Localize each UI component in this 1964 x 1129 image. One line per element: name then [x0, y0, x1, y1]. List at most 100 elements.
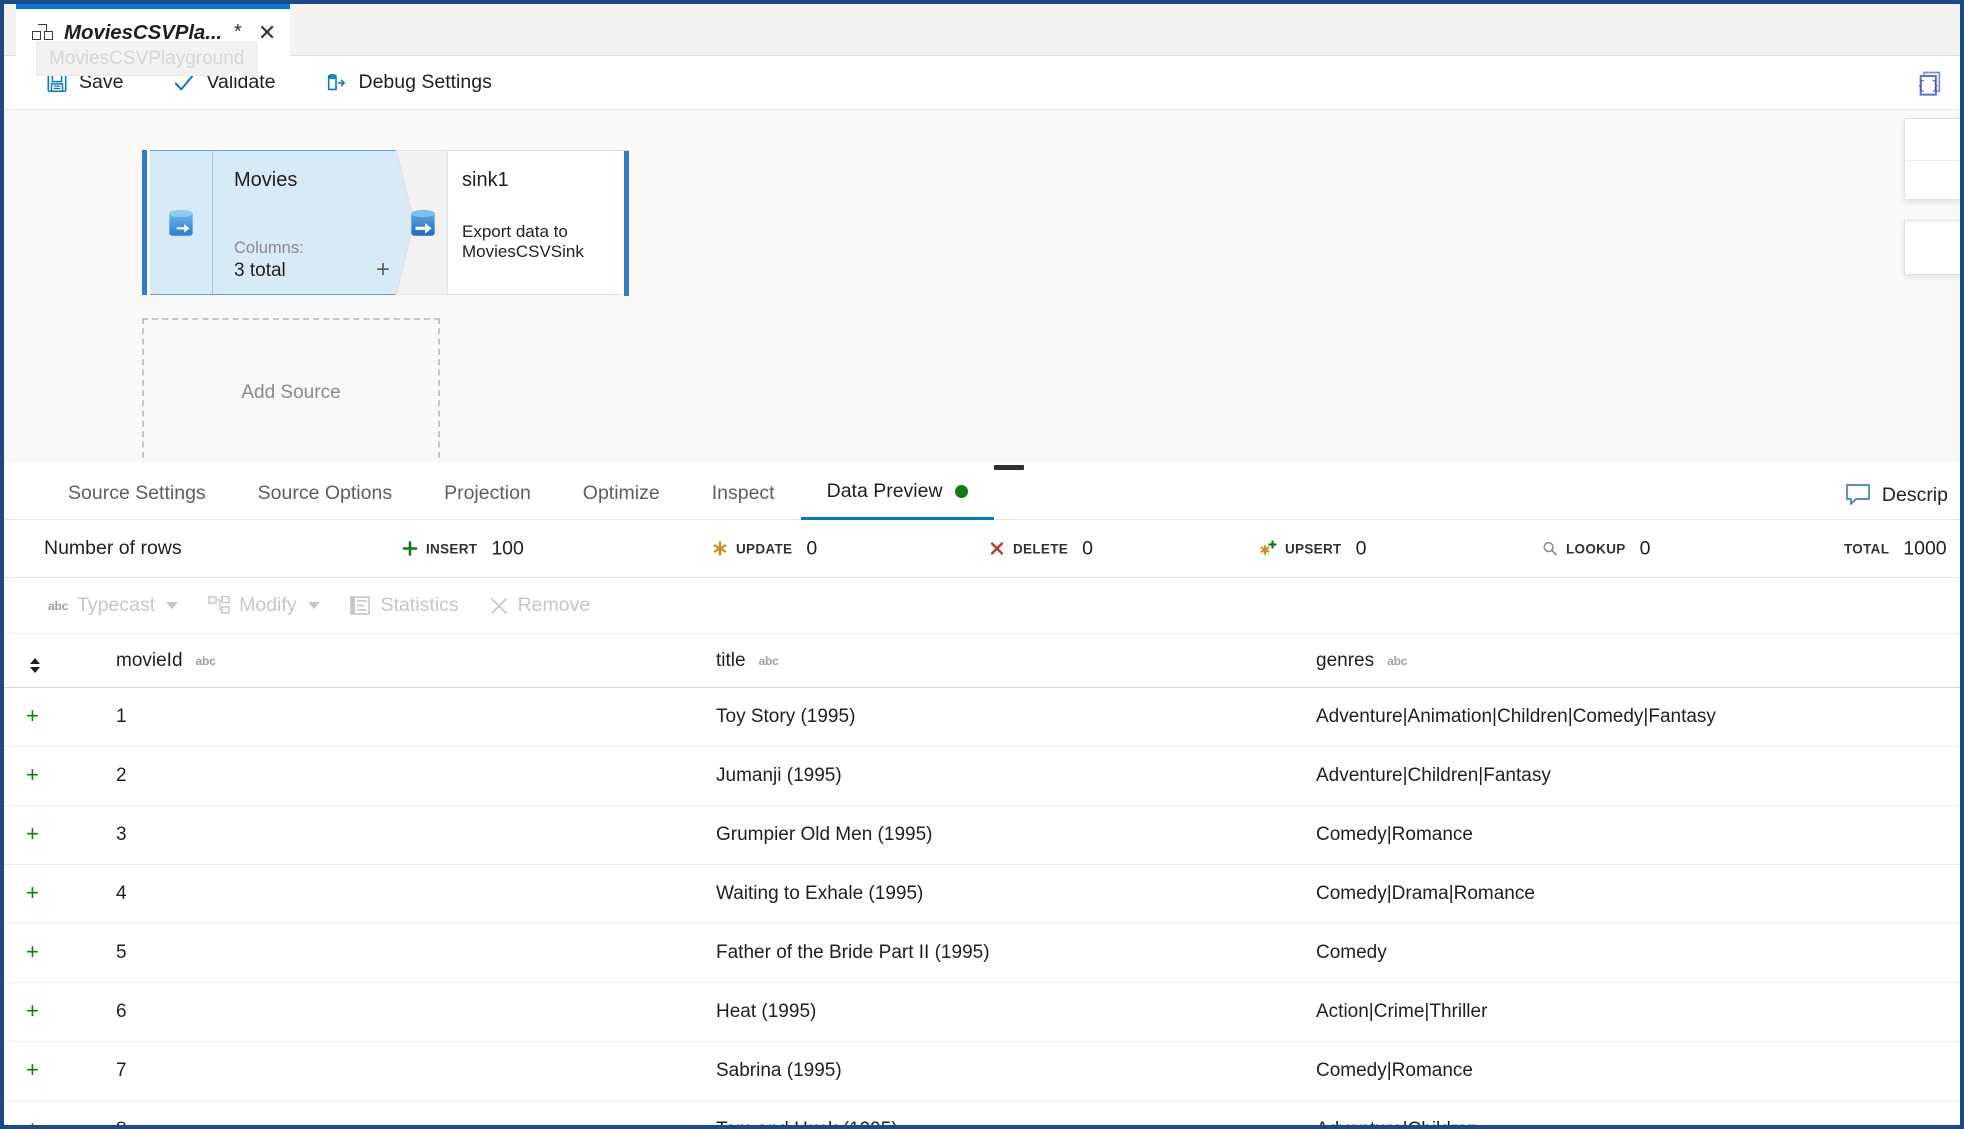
abc-icon: abc: [1387, 653, 1408, 668]
code-view-icon: { }: [1918, 71, 1941, 96]
tab-source-settings-label: Source Settings: [68, 482, 206, 504]
tab-source-options-label: Source Options: [257, 482, 393, 504]
table-header-movieid-label: movieId: [116, 649, 183, 671]
cell-title: Jumanji (1995): [716, 746, 1316, 806]
code-view-button[interactable]: { }: [1916, 69, 1944, 97]
sink-node-description: Export data to MoviesCSVSink: [462, 222, 584, 261]
canvas-right-panel-upper[interactable]: [1904, 118, 1960, 200]
data-preview-table-wrapper[interactable]: movieId abc title abc genres abc + 1 Toy…: [4, 634, 1960, 1125]
chevron-down-icon: [166, 602, 179, 609]
remove-label: Remove: [517, 594, 591, 616]
cell-movieid: 6: [116, 982, 716, 1042]
close-icon[interactable]: ✕: [258, 21, 276, 44]
table-row[interactable]: + 3 Grumpier Old Men (1995) Comedy|Roman…: [4, 805, 1960, 865]
cell-title: Father of the Bride Part II (1995): [716, 923, 1316, 983]
stat-update-label: UPDATE: [736, 541, 793, 556]
description-label: Descrip: [1881, 483, 1948, 506]
sink-node-notch: [392, 149, 449, 296]
stat-upsert-label: UPSERT: [1285, 541, 1342, 556]
row-marker-cell: +: [4, 1100, 116, 1125]
close-x-icon: [490, 597, 507, 614]
row-marker-cell: +: [4, 805, 116, 865]
tab-data-preview[interactable]: Data Preview: [800, 480, 994, 520]
tab-projection[interactable]: Projection: [418, 482, 557, 519]
cell-title: Heat (1995): [716, 982, 1316, 1042]
debug-settings-button[interactable]: Debug Settings: [317, 63, 511, 103]
table-row[interactable]: + 5 Father of the Bride Part II (1995) C…: [4, 923, 1960, 983]
sink-node-sink1[interactable]: sink1 Export data to MoviesCSVSink: [392, 149, 629, 296]
tab-title: MoviesCSVPla...: [64, 20, 223, 44]
cell-movieid: 3: [116, 805, 716, 865]
status-dot-icon: [954, 485, 968, 498]
modify-button[interactable]: Modify: [208, 594, 320, 617]
row-marker-cell: +: [4, 746, 116, 806]
add-branch-button[interactable]: +: [376, 256, 390, 284]
row-stats-bar: Number of rows INSERT 100 UPDATE 0 DELET…: [4, 520, 1960, 578]
row-insert-marker: +: [26, 821, 39, 846]
table-row[interactable]: + 6 Heat (1995) Action|Crime|Thriller: [4, 982, 1960, 1042]
modify-icon: [208, 595, 230, 614]
typecast-button[interactable]: abc Typecast: [48, 594, 179, 617]
table-header-title[interactable]: title abc: [716, 634, 1316, 688]
row-marker-cell: +: [4, 864, 116, 924]
cell-title: Toy Story (1995): [716, 687, 1316, 747]
row-marker-cell: +: [4, 923, 116, 983]
table-header-genres-label: genres: [1316, 649, 1375, 671]
upsert-icon: [1260, 540, 1277, 555]
add-source-placeholder[interactable]: Add Source: [142, 318, 440, 462]
sink-node-title: sink1: [462, 169, 509, 191]
description-button[interactable]: Descrip: [1845, 483, 1948, 507]
tab-inspect-label: Inspect: [711, 482, 775, 504]
stat-insert-label: INSERT: [426, 541, 478, 556]
data-preview-table: movieId abc title abc genres abc + 1 Toy…: [4, 634, 1960, 1125]
cell-title: Tom and Huck (1995): [716, 1100, 1316, 1125]
cell-title: Grumpier Old Men (1995): [716, 805, 1316, 865]
cross-icon: [990, 542, 1004, 555]
source-node-columns-label: Columns:: [234, 239, 304, 257]
canvas-right-panel-lower[interactable]: [1904, 220, 1960, 275]
dataflow-canvas[interactable]: Movies Columns: 3 total + sink1 Export d…: [4, 110, 1960, 462]
table-header-title-label: title: [716, 649, 746, 671]
add-source-label: Add Source: [241, 382, 341, 403]
table-header-row: movieId abc title abc genres abc: [4, 634, 1960, 688]
table-row[interactable]: + 2 Jumanji (1995) Adventure|Children|Fa…: [4, 746, 1960, 806]
table-row[interactable]: + 8 Tom and Huck (1995) Adventure|Childr…: [4, 1100, 1960, 1125]
row-insert-marker: +: [26, 703, 39, 728]
comment-icon: [1846, 484, 1870, 505]
sink-node-body: sink1 Export data to MoviesCSVSink: [448, 150, 629, 296]
table-row[interactable]: + 1 Toy Story (1995) Adventure|Animation…: [4, 687, 1960, 747]
stat-upsert: UPSERT 0: [1259, 537, 1366, 560]
tab-inspect[interactable]: Inspect: [686, 482, 801, 519]
table-row[interactable]: + 4 Waiting to Exhale (1995) Comedy|Dram…: [4, 864, 1960, 924]
tab-dirty-marker: *: [234, 21, 242, 43]
stat-delete-value: 0: [1082, 537, 1093, 559]
stat-insert: INSERT 100: [402, 537, 524, 560]
cell-genres: Comedy|Drama|Romance: [1316, 864, 1960, 924]
stat-total: TOTAL 1000: [1844, 537, 1947, 560]
table-header-genres[interactable]: genres abc: [1316, 634, 1960, 688]
stat-delete-label: DELETE: [1013, 541, 1069, 556]
stat-lookup: LOOKUP 0: [1542, 537, 1650, 560]
stat-lookup-value: 0: [1639, 537, 1651, 559]
abc-icon: abc: [48, 598, 69, 613]
dataflow-designer-window: MoviesCSVPla... * ✕ MoviesCSVPlayground …: [0, 0, 1964, 1129]
magnifier-icon: [1543, 541, 1557, 556]
tab-source-options[interactable]: Source Options: [232, 482, 418, 519]
row-insert-marker: +: [26, 880, 39, 905]
cell-movieid: 4: [116, 864, 716, 924]
cell-genres: Adventure|Animation|Children|Comedy|Fant…: [1316, 687, 1960, 747]
tab-data-preview-label: Data Preview: [826, 480, 943, 502]
table-header-movieid[interactable]: movieId abc: [116, 634, 716, 688]
cell-movieid: 7: [116, 1041, 716, 1101]
table-row[interactable]: + 7 Sabrina (1995) Comedy|Romance: [4, 1041, 1960, 1101]
table-header-sort[interactable]: [4, 634, 116, 688]
sort-toggle-icon[interactable]: [30, 658, 40, 673]
tab-source-settings[interactable]: Source Settings: [42, 482, 232, 519]
row-marker-cell: +: [4, 1041, 116, 1101]
tab-projection-label: Projection: [444, 482, 531, 504]
column-toolbar: abc Typecast Modify Statistics Remove: [4, 578, 1960, 634]
tab-optimize[interactable]: Optimize: [557, 482, 686, 519]
stat-upsert-value: 0: [1355, 537, 1367, 559]
statistics-button[interactable]: Statistics: [349, 594, 459, 617]
remove-button[interactable]: Remove: [489, 594, 591, 617]
